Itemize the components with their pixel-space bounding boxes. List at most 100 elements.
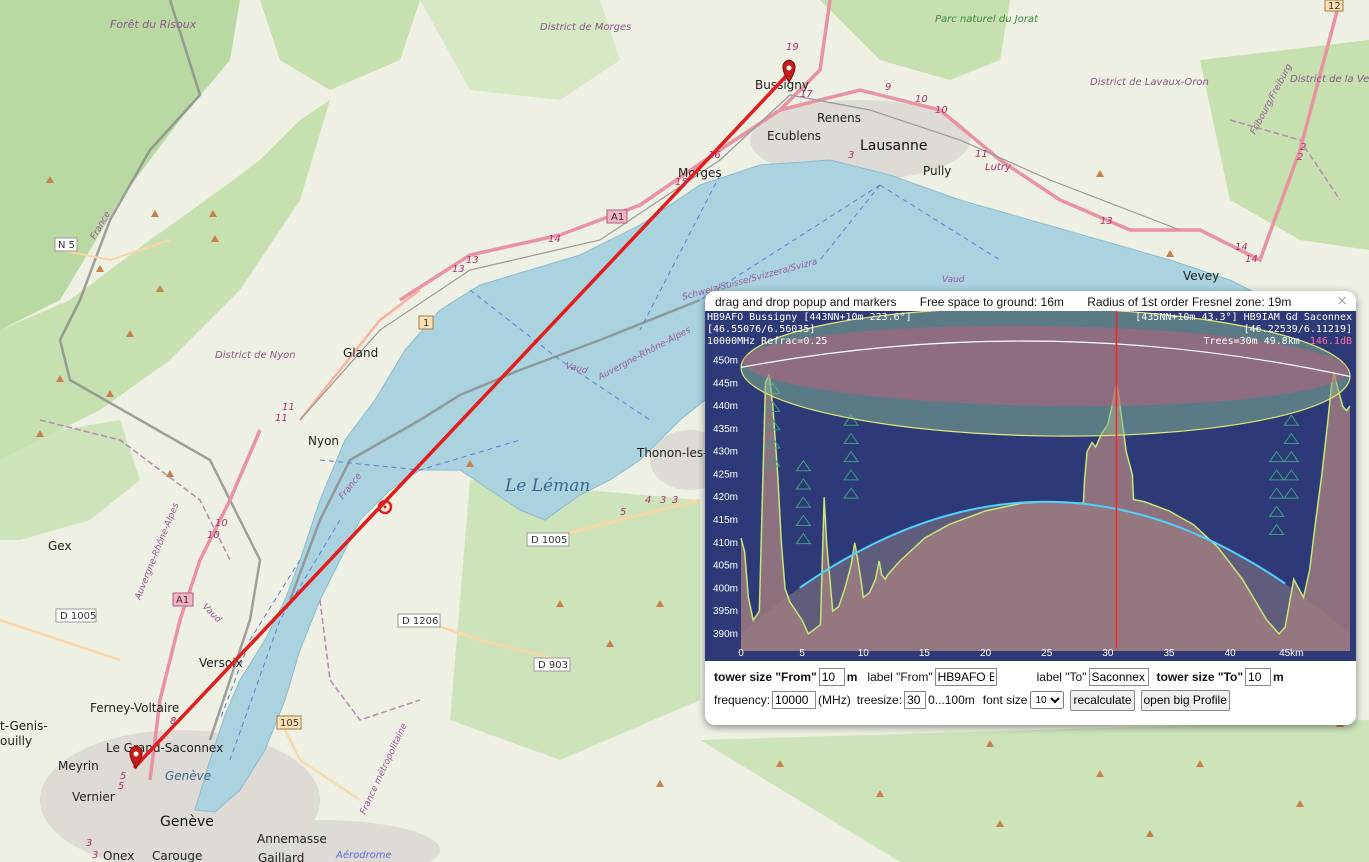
info-right-1: [435NN+10m 43.3°] HB9IAM Gd Saconnex bbox=[1135, 312, 1352, 323]
label-district-veveyse: District de la Veveyse bbox=[1290, 74, 1369, 85]
profile-popup[interactable]: drag and drop popup and markers Free spa… bbox=[705, 291, 1356, 725]
treesize-range: 0...100m bbox=[928, 693, 975, 707]
tower-to-label: tower size "To" bbox=[1156, 670, 1244, 684]
label-gaillard: Gaillard bbox=[258, 851, 304, 862]
route-number: 13 bbox=[452, 264, 465, 275]
y-tick-label: 440m bbox=[713, 401, 738, 412]
frequency-label: frequency: bbox=[714, 693, 771, 707]
route-number: 14 bbox=[1245, 254, 1258, 265]
label-ecublens: Ecublens bbox=[767, 129, 821, 143]
label-from-input[interactable] bbox=[934, 668, 997, 686]
route-number: 4 bbox=[645, 495, 651, 506]
label-pully: Pully bbox=[923, 164, 951, 178]
recalculate-button[interactable]: recalculate bbox=[1070, 689, 1135, 711]
y-tick-label: 430m bbox=[713, 447, 738, 458]
route-number: 3 bbox=[848, 150, 854, 161]
route-number: 11 bbox=[975, 149, 988, 160]
route-number: 14 bbox=[548, 234, 561, 245]
label-parc-jorat: Parc naturel du Jorat bbox=[935, 14, 1039, 25]
info-left-2: [46.55076/6.56035] bbox=[707, 324, 815, 335]
label-carouge: Carouge bbox=[152, 849, 202, 862]
label-geneve: Genève bbox=[160, 814, 214, 830]
popup-header[interactable]: drag and drop popup and markers Free spa… bbox=[715, 295, 1311, 309]
label-onex: Onex bbox=[103, 849, 134, 862]
route-number: 10 bbox=[215, 518, 228, 529]
frequency-unit: (MHz) bbox=[818, 693, 851, 707]
shield-d903: D 903 bbox=[538, 660, 568, 671]
route-number: 8 bbox=[170, 716, 176, 727]
open-big-profile-button[interactable]: open big Profile bbox=[1140, 689, 1230, 711]
label-district-lavaux: District de Lavaux-Oron bbox=[1090, 77, 1209, 88]
tower-to-input[interactable] bbox=[1245, 668, 1272, 686]
label-nyon: Nyon bbox=[308, 434, 339, 448]
shield-a1-top: A1 bbox=[611, 212, 624, 223]
info-right-2: [46.22539/6.11219] bbox=[1244, 324, 1352, 335]
label-ferney: Ferney-Voltaire bbox=[90, 701, 179, 715]
x-tick-label: 25 bbox=[1041, 648, 1053, 659]
tower-from-unit: m bbox=[846, 670, 858, 684]
route-number: 11 bbox=[275, 413, 288, 424]
x-tick-label: 40 bbox=[1225, 648, 1237, 659]
x-tick-label: 30 bbox=[1102, 648, 1114, 659]
label-annemasse: Annemasse bbox=[257, 832, 327, 846]
route-number: 3 bbox=[660, 495, 666, 506]
info-left-1: HB9AFO Bussigny [443NN+10m 223.6°] bbox=[707, 312, 912, 323]
y-tick-label: 395m bbox=[713, 606, 738, 617]
frequency-input[interactable] bbox=[772, 691, 817, 709]
tower-to-unit: m bbox=[1273, 670, 1284, 684]
route-number: 15 bbox=[675, 177, 688, 188]
y-tick-label: 405m bbox=[713, 561, 738, 572]
route-number: 14 bbox=[1235, 242, 1248, 253]
controls-row-1: tower size "From" m label "From" label "… bbox=[714, 666, 1354, 688]
y-tick-label: 445m bbox=[713, 378, 738, 389]
treesize-label: treesize: bbox=[856, 693, 903, 707]
y-tick-label: 415m bbox=[713, 515, 738, 526]
x-tick-label: 35 bbox=[1163, 648, 1175, 659]
label-renens: Renens bbox=[817, 111, 861, 125]
shield-a1-left: A1 bbox=[176, 595, 189, 606]
route-number: 11 bbox=[282, 402, 295, 413]
treesize-input[interactable] bbox=[904, 691, 927, 709]
fontsize-label: font size bbox=[982, 693, 1028, 707]
route-number: 10 bbox=[207, 530, 220, 541]
shield-d1005-left: D 1005 bbox=[60, 611, 96, 622]
close-icon[interactable]: × bbox=[1336, 293, 1348, 309]
route-number: 3 bbox=[672, 495, 678, 506]
label-grand-saconnex: Le Grand-Saconnex bbox=[106, 741, 223, 755]
label-lutry: Lutry bbox=[985, 162, 1012, 173]
route-number: 13 bbox=[466, 255, 479, 266]
route-number: 16 bbox=[708, 150, 721, 161]
route-number: 10 bbox=[915, 94, 928, 105]
route-number: 3 bbox=[86, 838, 92, 849]
controls-panel: tower size "From" m label "From" label "… bbox=[714, 666, 1354, 712]
y-tick-label: 435m bbox=[713, 424, 738, 435]
y-tick-label: 450m bbox=[713, 356, 738, 367]
elevation-profile-chart: 390m 395m 400m 405m 410m 415m 420m 425m 430m 435m… bbox=[705, 311, 1356, 661]
fontsize-select[interactable]: 10 bbox=[1030, 691, 1065, 709]
label-gland: Gland bbox=[343, 346, 378, 360]
label-to-input[interactable] bbox=[1088, 668, 1149, 686]
label-lausanne: Lausanne bbox=[860, 138, 927, 154]
x-tick-label: 45km bbox=[1279, 648, 1303, 659]
path-midpoint-dot bbox=[383, 505, 387, 509]
label-vernier: Vernier bbox=[72, 790, 115, 804]
y-tick-label: 425m bbox=[713, 469, 738, 480]
route-number: 19 bbox=[786, 42, 799, 53]
shield-1: 1 bbox=[423, 318, 429, 329]
route-number: 2 bbox=[1297, 152, 1303, 163]
shield-105: 105 bbox=[280, 718, 299, 729]
label-vaud-border: Vaud bbox=[942, 275, 965, 285]
drag-hint: drag and drop popup and markers bbox=[715, 295, 897, 309]
x-tick-label: 15 bbox=[919, 648, 931, 659]
fresnel-info: Radius of 1st order Fresnel zone: 19m bbox=[1087, 295, 1292, 309]
route-number: 3 bbox=[92, 850, 98, 861]
tower-from-input[interactable] bbox=[818, 668, 845, 686]
info-right-trees: Trees=30m 49.8km bbox=[1203, 336, 1299, 347]
tower-from-label: tower size "From" bbox=[714, 670, 817, 684]
y-tick-label: 390m bbox=[713, 629, 738, 640]
x-tick-label: 10 bbox=[858, 648, 870, 659]
y-tick-label: 410m bbox=[713, 538, 738, 549]
route-number: 5 bbox=[620, 507, 626, 518]
label-district-morges: District de Morges bbox=[540, 22, 631, 33]
y-tick-label: 420m bbox=[713, 492, 738, 503]
